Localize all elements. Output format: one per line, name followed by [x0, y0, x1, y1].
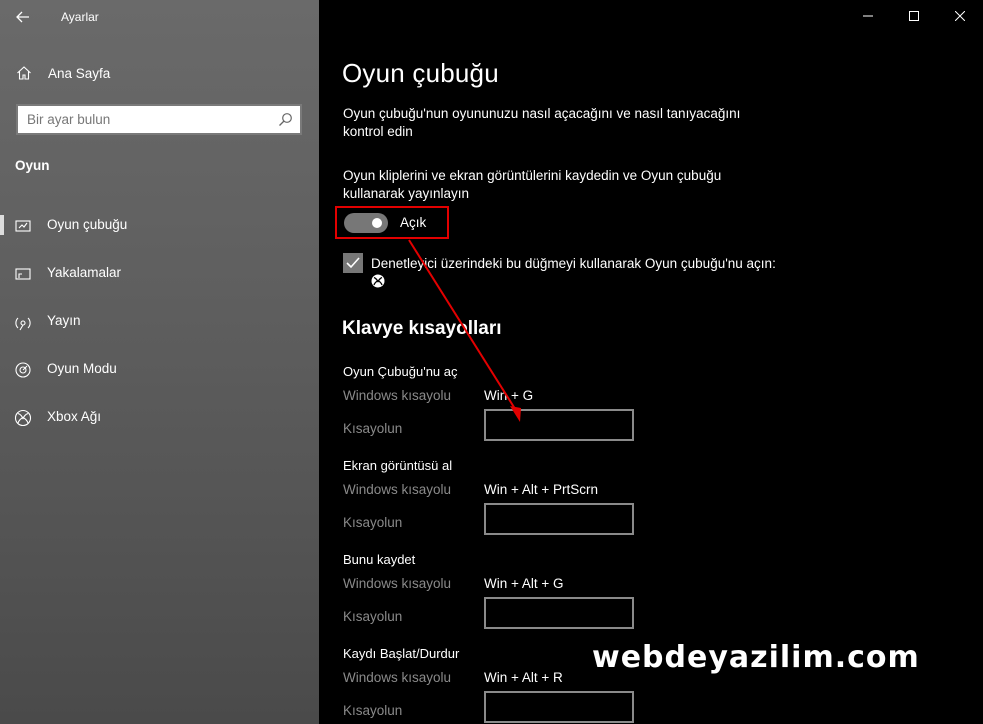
windows-shortcut-value: Win + Alt + G: [484, 576, 564, 591]
custom-shortcut-field[interactable]: [484, 409, 634, 441]
record-description: Oyun kliplerini ve ekran görüntülerini k…: [343, 168, 722, 201]
app-title: Ayarlar: [61, 10, 99, 24]
maximize-button[interactable]: [891, 0, 937, 32]
sidebar-titlebar: Ayarlar: [0, 0, 319, 34]
custom-shortcut-field[interactable]: [484, 597, 634, 629]
close-button[interactable]: [937, 0, 983, 32]
game-mode-icon: [15, 362, 31, 378]
captures-icon: [15, 268, 31, 280]
watermark: webdeyazilim.com: [592, 640, 920, 675]
shortcut-title: Ekran görüntüsü al: [343, 458, 453, 473]
toggle-knob: [372, 218, 382, 228]
sidebar-item-captures[interactable]: Yakalamalar: [0, 253, 319, 293]
page-title: Oyun çubuğu: [342, 58, 499, 88]
windows-shortcut-label: Windows kısayolu: [343, 576, 452, 591]
sidebar-item-home[interactable]: Ana Sayfa: [0, 58, 319, 88]
sidebar-item-label: Oyun Modu: [47, 361, 117, 376]
sidebar-item-home-label: Ana Sayfa: [48, 66, 111, 81]
selection-indicator: [0, 215, 4, 235]
main-panel: Oyun çubuğu Oyun çubuğu'nun oyununuzu na…: [319, 0, 983, 724]
highlight-box: Açık: [335, 206, 449, 239]
sidebar-item-game-mode[interactable]: Oyun Modu: [0, 349, 319, 389]
shortcut-title: Oyun Çubuğu'nu aç: [343, 364, 458, 379]
search-box[interactable]: [16, 104, 302, 135]
close-icon: [955, 11, 965, 21]
custom-shortcut-label: Kısayolun: [343, 609, 403, 624]
section-label: Oyun: [15, 158, 50, 173]
sidebar-item-label: Yakalamalar: [47, 265, 122, 280]
xbox-button-icon: [371, 274, 385, 288]
custom-shortcut-label: Kısayolun: [343, 515, 403, 530]
controller-checkbox-label: Denetleyici üzerindeki bu düğmeyi kullan…: [371, 256, 776, 271]
sidebar: Ayarlar Ana Sayfa Oyun Oyun çubuğu Yakal…: [0, 0, 319, 724]
game-bar-icon: [15, 220, 31, 232]
search-icon[interactable]: [278, 112, 293, 127]
windows-shortcut-value: Win + G: [484, 388, 534, 403]
minimize-icon: [863, 15, 873, 17]
checkmark-icon: [346, 257, 360, 269]
game-bar-toggle[interactable]: [344, 213, 388, 233]
maximize-icon: [909, 11, 919, 21]
toggle-state-label: Açık: [400, 215, 427, 230]
custom-shortcut-input[interactable]: [486, 505, 632, 533]
search-input[interactable]: [18, 106, 300, 133]
windows-shortcut-value: Win + Alt + PrtScrn: [484, 482, 599, 497]
windows-shortcut-value: Win + Alt + R: [484, 670, 563, 685]
shortcut-title: Bunu kaydet: [343, 552, 416, 567]
custom-shortcut-input[interactable]: [486, 693, 632, 721]
windows-shortcut-label: Windows kısayolu: [343, 670, 452, 685]
custom-shortcut-field[interactable]: [484, 503, 634, 535]
shortcuts-heading: Klavye kısayolları: [342, 318, 502, 339]
broadcast-icon: [15, 317, 31, 331]
windows-shortcut-label: Windows kısayolu: [343, 482, 452, 497]
custom-shortcut-input[interactable]: [486, 599, 632, 627]
sidebar-item-broadcast[interactable]: Yayın: [0, 301, 319, 341]
sidebar-item-game-bar[interactable]: Oyun çubuğu: [0, 205, 319, 245]
minimize-button[interactable]: [845, 0, 891, 32]
page-description: Oyun çubuğu'nun oyununuzu nasıl açacağın…: [343, 106, 741, 139]
sidebar-item-label: Xbox Ağı: [47, 409, 102, 424]
window-controls: [845, 0, 983, 32]
home-icon: [17, 66, 31, 80]
sidebar-item-xbox-network[interactable]: Xbox Ağı: [0, 397, 319, 437]
back-arrow-icon: [16, 11, 29, 23]
sidebar-item-label: Yayın: [47, 313, 81, 328]
windows-shortcut-label: Windows kısayolu: [343, 388, 452, 403]
xbox-icon: [14, 409, 32, 427]
custom-shortcut-label: Kısayolun: [343, 703, 403, 718]
back-button[interactable]: [10, 6, 36, 28]
custom-shortcut-field[interactable]: [484, 691, 634, 723]
sidebar-item-label: Oyun çubuğu: [47, 217, 128, 232]
shortcut-title: Kaydı Başlat/Durdur: [343, 646, 460, 661]
controller-checkbox[interactable]: [343, 253, 363, 273]
custom-shortcut-label: Kısayolun: [343, 421, 403, 436]
custom-shortcut-input[interactable]: [486, 411, 632, 439]
